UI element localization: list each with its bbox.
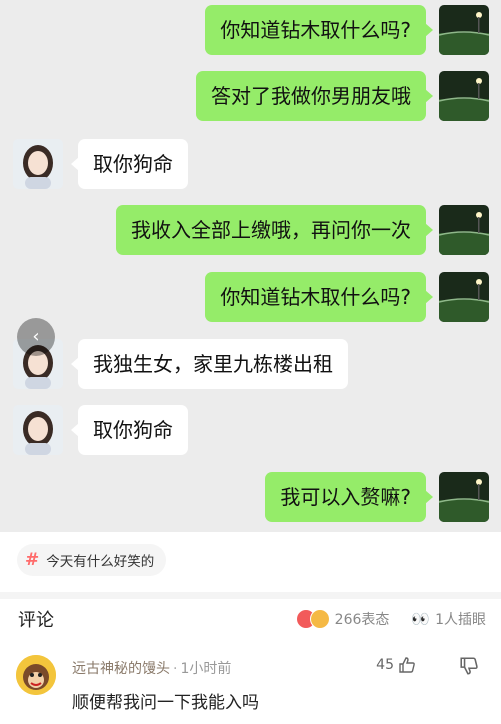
chat-message-row: 我可以入赘嘛? — [0, 472, 501, 522]
comment-text: 顺便帮我问一下我能入吗 — [72, 693, 259, 713]
commenter-name[interactable]: 远古神秘的馒头 — [72, 661, 170, 677]
chat-message-row: 取你狗命 — [0, 405, 501, 455]
back-arrow-icon[interactable]: ‹ — [17, 318, 55, 356]
viewers-count[interactable]: 1人插眼 — [435, 609, 486, 629]
girl-avatar — [13, 405, 63, 455]
chat-message-row: 你知道钻木取什么吗? — [0, 5, 501, 55]
comments-title: 评论 — [18, 610, 54, 631]
user-avatar-field-night — [439, 472, 489, 522]
hashtag-icon: # — [25, 550, 40, 570]
like-button[interactable]: 45 — [376, 656, 416, 674]
chat-message-row: 我独生女，家里九栋楼出租 — [0, 339, 501, 389]
topic-tag[interactable]: # 今天有什么好笑的 — [17, 544, 167, 576]
comment-stats: 266表态 👀 1人插眼 — [295, 609, 486, 629]
commenter-avatar[interactable] — [16, 655, 56, 695]
chat-bubble-sent: 答对了我做你男朋友哦 — [196, 71, 433, 121]
chat-message-row: 你知道钻木取什么吗? — [0, 272, 501, 322]
comment-time: 1小时前 — [180, 661, 232, 677]
girl-avatar — [13, 139, 63, 189]
user-avatar-field-night — [439, 205, 489, 255]
topic-label: 今天有什么好笑的 — [46, 554, 155, 570]
chat-bubble-received: 取你狗命 — [71, 405, 188, 455]
chat-message-row: 我收入全部上缴哦，再问你一次 — [0, 205, 501, 255]
section-divider — [0, 592, 501, 599]
comment-meta: 远古神秘的馒头 · 1小时前 — [72, 661, 232, 677]
chat-bubble-sent: 我可以入赘嘛? — [265, 472, 433, 522]
thumbs-up-icon — [398, 656, 416, 674]
reactions-count[interactable]: 266表态 — [335, 609, 390, 629]
chat-bubble-sent: 你知道钻木取什么吗? — [205, 272, 433, 322]
chat-screenshot: 你知道钻木取什么吗? 答对了我做你男朋友哦 取你狗命 我收入全部上缴哦，再问你一… — [0, 0, 501, 532]
chat-message-row: 取你狗命 — [0, 139, 501, 189]
chat-bubble-sent: 你知道钻木取什么吗? — [205, 5, 433, 55]
user-avatar-field-night — [439, 272, 489, 322]
like-count: 45 — [376, 657, 394, 673]
user-avatar-field-night — [439, 71, 489, 121]
eyes-icon: 👀 — [411, 610, 431, 628]
thumbs-down-icon[interactable] — [459, 656, 479, 676]
chat-bubble-received: 取你狗命 — [71, 139, 188, 189]
user-avatar-field-night — [439, 5, 489, 55]
laugh-reaction-icon — [309, 609, 330, 629]
chat-message-row: 答对了我做你男朋友哦 — [0, 71, 501, 121]
chat-bubble-received: 我独生女，家里九栋楼出租 — [71, 339, 348, 389]
reaction-icons[interactable] — [295, 609, 330, 629]
chat-bubble-sent: 我收入全部上缴哦，再问你一次 — [116, 205, 433, 255]
